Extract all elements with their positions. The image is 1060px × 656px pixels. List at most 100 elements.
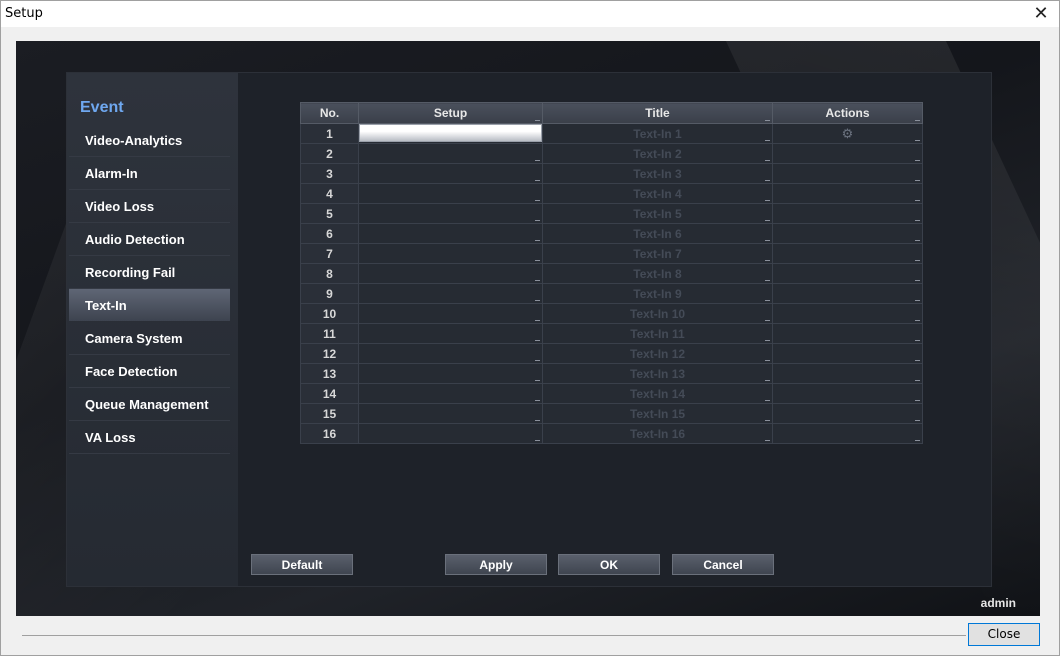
setup-cell[interactable] xyxy=(358,163,543,184)
cell-action-handle[interactable] xyxy=(915,300,920,301)
title-cell[interactable]: Text-In 15 xyxy=(542,403,773,424)
setup-cell[interactable] xyxy=(358,283,543,304)
setup-cell[interactable] xyxy=(358,183,543,204)
cell-edit-handle[interactable] xyxy=(765,420,770,421)
cell-edit-handle[interactable] xyxy=(765,300,770,301)
title-cell[interactable]: Text-In 11 xyxy=(542,323,773,344)
sidebar-item-face-detection[interactable]: Face Detection xyxy=(69,355,230,388)
setup-cell[interactable] xyxy=(358,363,543,384)
column-resize-handle[interactable] xyxy=(535,120,540,121)
cell-edit-handle[interactable] xyxy=(765,320,770,321)
title-cell[interactable]: Text-In 14 xyxy=(542,383,773,404)
cell-dropdown-handle[interactable] xyxy=(535,300,540,301)
setup-cell[interactable] xyxy=(358,383,543,404)
cell-action-handle[interactable] xyxy=(915,200,920,201)
setup-cell[interactable] xyxy=(358,203,543,224)
cell-dropdown-handle[interactable] xyxy=(535,360,540,361)
setup-cell[interactable] xyxy=(358,223,543,244)
sidebar-item-video-loss[interactable]: Video Loss xyxy=(69,190,230,223)
setup-selected-field[interactable] xyxy=(359,124,542,142)
setup-cell[interactable] xyxy=(358,143,543,164)
cell-dropdown-handle[interactable] xyxy=(535,400,540,401)
title-cell[interactable]: Text-In 7 xyxy=(542,243,773,264)
sidebar-item-queue-management[interactable]: Queue Management xyxy=(69,388,230,421)
apply-button[interactable]: Apply xyxy=(445,554,547,575)
cell-dropdown-handle[interactable] xyxy=(535,220,540,221)
cell-action-handle[interactable] xyxy=(915,340,920,341)
cell-action-handle[interactable] xyxy=(915,280,920,281)
setup-cell[interactable] xyxy=(358,303,543,324)
cell-dropdown-handle[interactable] xyxy=(535,280,540,281)
setup-cell[interactable] xyxy=(358,263,543,284)
sidebar-item-text-in[interactable]: Text-In xyxy=(69,289,230,322)
sidebar-item-camera-system[interactable]: Camera System xyxy=(69,322,230,355)
cell-edit-handle[interactable] xyxy=(765,240,770,241)
setup-cell[interactable] xyxy=(358,123,543,144)
cell-dropdown-handle[interactable] xyxy=(535,180,540,181)
column-header-actions[interactable]: Actions xyxy=(772,102,923,124)
column-resize-handle[interactable] xyxy=(915,120,920,121)
cell-edit-handle[interactable] xyxy=(765,360,770,361)
setup-cell[interactable] xyxy=(358,343,543,364)
cell-action-handle[interactable] xyxy=(915,140,920,141)
title-cell[interactable]: Text-In 10 xyxy=(542,303,773,324)
cell-edit-handle[interactable] xyxy=(765,440,770,441)
title-cell[interactable]: Text-In 5 xyxy=(542,203,773,224)
cell-action-handle[interactable] xyxy=(915,400,920,401)
title-cell[interactable]: Text-In 12 xyxy=(542,343,773,364)
cancel-button[interactable]: Cancel xyxy=(672,554,774,575)
cell-action-handle[interactable] xyxy=(915,420,920,421)
title-cell[interactable]: Text-In 8 xyxy=(542,263,773,284)
title-cell[interactable]: Text-In 2 xyxy=(542,143,773,164)
setup-cell[interactable] xyxy=(358,323,543,344)
cell-dropdown-handle[interactable] xyxy=(535,240,540,241)
setup-cell[interactable] xyxy=(358,243,543,264)
cell-action-handle[interactable] xyxy=(915,260,920,261)
sidebar-item-video-analytics[interactable]: Video-Analytics xyxy=(69,124,230,157)
cell-dropdown-handle[interactable] xyxy=(535,340,540,341)
cell-edit-handle[interactable] xyxy=(765,260,770,261)
cell-action-handle[interactable] xyxy=(915,320,920,321)
cell-edit-handle[interactable] xyxy=(765,340,770,341)
title-cell[interactable]: Text-In 4 xyxy=(542,183,773,204)
cell-edit-handle[interactable] xyxy=(765,400,770,401)
cell-action-handle[interactable] xyxy=(915,440,920,441)
cell-dropdown-handle[interactable] xyxy=(535,200,540,201)
cell-edit-handle[interactable] xyxy=(765,160,770,161)
setup-cell[interactable] xyxy=(358,403,543,424)
setup-cell[interactable] xyxy=(358,423,543,444)
cell-edit-handle[interactable] xyxy=(765,220,770,221)
cell-action-handle[interactable] xyxy=(915,180,920,181)
settings-icon[interactable]: ⚙ xyxy=(842,126,854,142)
cell-action-handle[interactable] xyxy=(915,240,920,241)
cell-dropdown-handle[interactable] xyxy=(535,380,540,381)
cell-edit-handle[interactable] xyxy=(765,140,770,141)
column-header-setup[interactable]: Setup xyxy=(358,102,543,124)
cell-action-handle[interactable] xyxy=(915,160,920,161)
ok-button[interactable]: OK xyxy=(558,554,660,575)
cell-dropdown-handle[interactable] xyxy=(535,440,540,441)
cell-dropdown-handle[interactable] xyxy=(535,420,540,421)
cell-dropdown-handle[interactable] xyxy=(535,320,540,321)
cell-edit-handle[interactable] xyxy=(765,200,770,201)
title-cell[interactable]: Text-In 9 xyxy=(542,283,773,304)
sidebar-item-alarm-in[interactable]: Alarm-In xyxy=(69,157,230,190)
close-button[interactable]: Close xyxy=(968,623,1040,646)
cell-action-handle[interactable] xyxy=(915,360,920,361)
column-resize-handle[interactable] xyxy=(765,120,770,121)
sidebar-item-recording-fail[interactable]: Recording Fail xyxy=(69,256,230,289)
default-button[interactable]: Default xyxy=(251,554,353,575)
sidebar-item-va-loss[interactable]: VA Loss xyxy=(69,421,230,454)
window-close-icon[interactable]: ✕ xyxy=(1031,4,1051,24)
cell-edit-handle[interactable] xyxy=(765,180,770,181)
title-cell[interactable]: Text-In 1 xyxy=(542,123,773,144)
cell-action-handle[interactable] xyxy=(915,220,920,221)
cell-action-handle[interactable] xyxy=(915,380,920,381)
title-cell[interactable]: Text-In 16 xyxy=(542,423,773,444)
cell-edit-handle[interactable] xyxy=(765,280,770,281)
column-header-title[interactable]: Title xyxy=(542,102,773,124)
cell-edit-handle[interactable] xyxy=(765,380,770,381)
title-cell[interactable]: Text-In 3 xyxy=(542,163,773,184)
sidebar-item-audio-detection[interactable]: Audio Detection xyxy=(69,223,230,256)
title-cell[interactable]: Text-In 6 xyxy=(542,223,773,244)
